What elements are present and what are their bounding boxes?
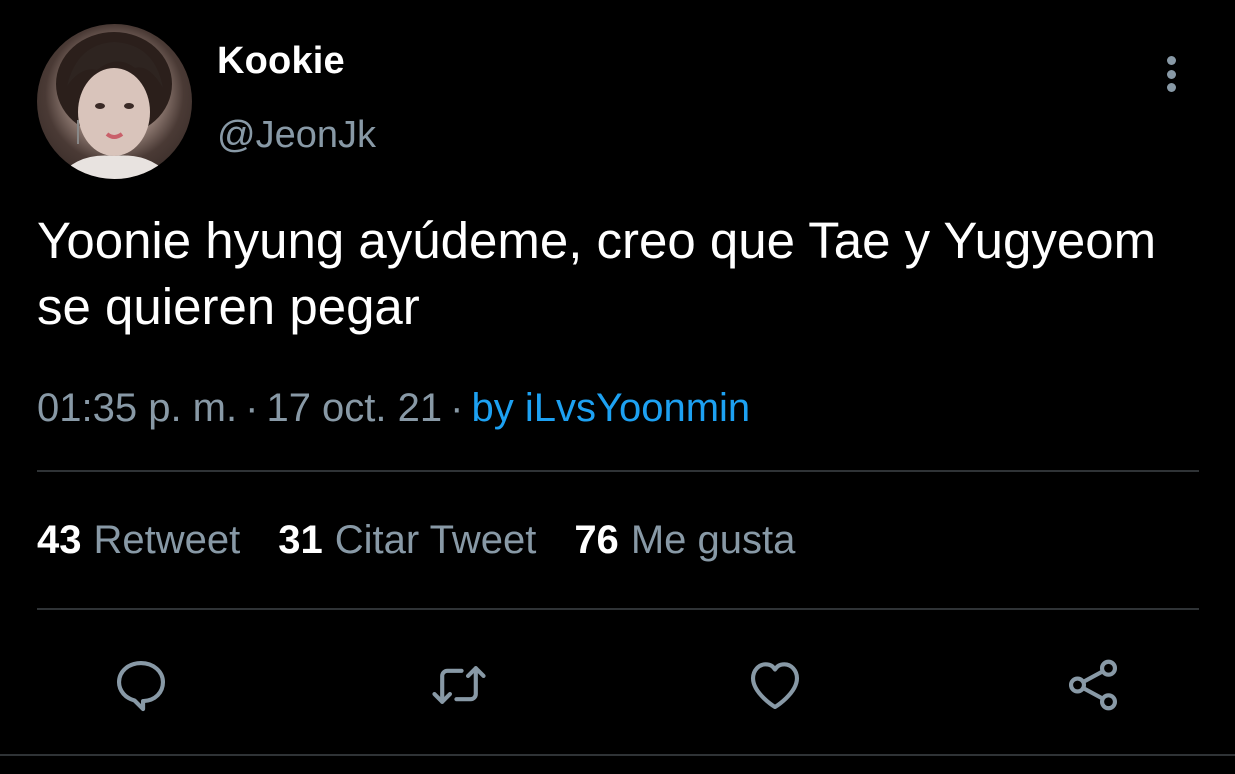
- divider: [0, 754, 1235, 756]
- tweet-date[interactable]: 17 oct. 21: [266, 386, 442, 430]
- retweet-count[interactable]: 43 Retweet: [37, 518, 240, 563]
- more-vertical-icon: [1166, 56, 1176, 65]
- reply-button[interactable]: [106, 650, 176, 720]
- like-button[interactable]: [740, 650, 810, 720]
- share-icon: [1068, 659, 1118, 711]
- reply-icon: [116, 660, 166, 712]
- divider: [37, 608, 1199, 610]
- user-handle[interactable]: @JeonJk: [217, 114, 376, 157]
- avatar[interactable]: [37, 24, 192, 179]
- tweet-source-link[interactable]: by iLvsYoonmin: [471, 386, 750, 430]
- meta-separator: ·: [450, 386, 464, 430]
- quote-count-number: 31: [278, 518, 323, 562]
- tweet-actions: [0, 650, 1235, 720]
- heart-icon: [750, 662, 800, 710]
- meta-separator: ·: [245, 386, 259, 430]
- like-count-number: 76: [574, 518, 619, 562]
- tweet-text: Yoonie hyung ayúdeme, creo que Tae y Yug…: [37, 212, 1157, 335]
- tweet-detail: Kookie @JeonJk Yoonie hyung ayúdeme, cre…: [0, 0, 1235, 774]
- share-button[interactable]: [1058, 650, 1128, 720]
- avatar-image: [56, 32, 172, 179]
- divider: [37, 470, 1199, 472]
- tweet-stats: 43 Retweet 31 Citar Tweet 76 Me gusta: [37, 518, 833, 563]
- retweet-button[interactable]: [424, 650, 494, 720]
- retweet-icon: [432, 666, 486, 704]
- quote-count[interactable]: 31 Citar Tweet: [278, 518, 536, 563]
- tweet-meta: 01:35 p. m. · 17 oct. 21 · by iLvsYoonmin: [37, 386, 750, 431]
- more-options-button[interactable]: [1152, 52, 1190, 96]
- quote-count-label: Citar Tweet: [334, 518, 537, 562]
- retweet-count-label: Retweet: [93, 518, 241, 562]
- tweet-time[interactable]: 01:35 p. m.: [37, 386, 237, 430]
- like-count-label: Me gusta: [630, 518, 796, 562]
- display-name[interactable]: Kookie: [217, 40, 345, 83]
- retweet-count-number: 43: [37, 518, 82, 562]
- like-count[interactable]: 76 Me gusta: [574, 518, 795, 563]
